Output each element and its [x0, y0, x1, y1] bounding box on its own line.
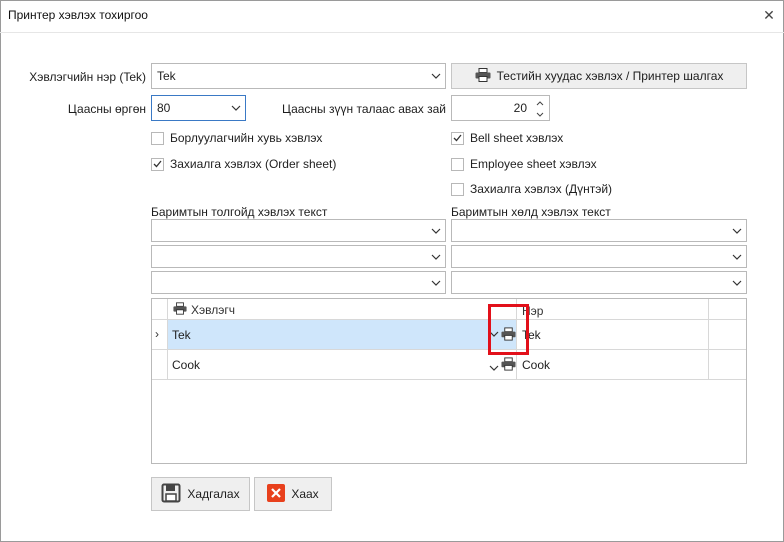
- margin-value: 20: [513, 101, 527, 115]
- window-title: Принтер хэвлэх тохиргоо: [8, 8, 148, 22]
- bell-sheet-label: Bell sheet хэвлэх: [470, 131, 564, 145]
- chevron-down-icon: [427, 254, 445, 260]
- checkbox-unchecked-icon: [451, 157, 464, 171]
- checkbox-unchecked-icon: [451, 182, 464, 196]
- checkmark-icon: [451, 131, 464, 145]
- header-text-select-1[interactable]: [151, 219, 446, 242]
- printer-icon: [173, 302, 187, 318]
- footer-text-select-2[interactable]: [451, 245, 747, 268]
- printer-name-select[interactable]: Tek: [151, 63, 446, 89]
- printer-name-value: Tek: [157, 69, 176, 83]
- close-button[interactable]: Хаах: [254, 477, 332, 511]
- order-total-checkbox[interactable]: Захиалга хэвлэх (Дүнтэй): [451, 182, 612, 196]
- grid-row-divider: [152, 379, 746, 380]
- save-label: Хадгалах: [187, 487, 240, 501]
- employee-sheet-label: Employee sheet хэвлэх: [470, 157, 597, 171]
- chevron-down-icon: [427, 228, 445, 234]
- paper-width-label: Цаасны өргөн: [67, 102, 146, 116]
- header-text-select-2[interactable]: [151, 245, 446, 268]
- column-header-printer-label: Хэвлэгч: [191, 303, 235, 317]
- close-icon: [267, 483, 286, 505]
- printer-icon[interactable]: [501, 357, 516, 374]
- chevron-down-icon: [427, 73, 445, 79]
- spin-down-icon[interactable]: [533, 108, 547, 120]
- footer-text-select-3[interactable]: [451, 271, 747, 294]
- grid-row-divider: [152, 349, 746, 350]
- save-button[interactable]: Хадгалах: [151, 477, 250, 511]
- order-sheet-checkbox[interactable]: Захиалга хэвлэх (Order sheet): [151, 157, 336, 171]
- test-print-label: Тестийн хуудас хэвлэх / Принтер шалгах: [496, 69, 724, 83]
- employee-sheet-checkbox[interactable]: Employee sheet хэвлэх: [451, 157, 597, 171]
- margin-spinner[interactable]: 20: [451, 95, 550, 121]
- checkbox-unchecked-icon: [151, 131, 164, 145]
- printer-name-label: Хэвлэгчийн нэр (Tek): [29, 70, 146, 84]
- row-indicator-icon: ›: [155, 327, 159, 341]
- vendor-print-label: Борлуулагчийн хувь хэвлэх: [170, 131, 323, 145]
- checkmark-icon: [151, 157, 164, 171]
- order-sheet-label: Захиалга хэвлэх (Order sheet): [170, 157, 337, 171]
- footer-text-select-1[interactable]: [451, 219, 747, 242]
- printer-icon: [475, 67, 491, 85]
- test-print-button[interactable]: Тестийн хуудас хэвлэх / Принтер шалгах: [451, 63, 747, 89]
- paper-width-select[interactable]: 80: [151, 95, 246, 121]
- paper-width-value: 80: [157, 101, 171, 115]
- order-total-label: Захиалга хэвлэх (Дүнтэй): [470, 182, 613, 196]
- chevron-down-icon[interactable]: [489, 360, 499, 374]
- close-label: Хаах: [291, 487, 319, 501]
- title-separator: [0, 32, 784, 33]
- floppy-disk-icon: [161, 483, 181, 506]
- chevron-down-icon: [728, 280, 746, 286]
- close-window-icon[interactable]: ✕: [760, 6, 778, 24]
- grid-col-divider: [708, 299, 709, 379]
- chevron-down-icon: [728, 228, 746, 234]
- row-1-printer[interactable]: Tek: [172, 328, 191, 342]
- chevron-down-icon: [227, 105, 245, 111]
- header-text-label: Баримтын толгойд хэвлэх текст: [151, 205, 328, 219]
- table-row-selected[interactable]: [168, 320, 516, 349]
- bell-sheet-checkbox[interactable]: Bell sheet хэвлэх: [451, 131, 563, 145]
- highlight-box: [488, 304, 529, 355]
- column-header-printer[interactable]: Хэвлэгч: [173, 302, 235, 318]
- header-text-select-3[interactable]: [151, 271, 446, 294]
- footer-text-label: Баримтын хөлд хэвлэх текст: [451, 205, 611, 219]
- chevron-down-icon: [728, 254, 746, 260]
- row-2-printer[interactable]: Cook: [172, 358, 200, 372]
- margin-label: Цаасны зүүн талаас авах зай: [281, 102, 446, 116]
- chevron-down-icon: [427, 280, 445, 286]
- row-2-name[interactable]: Cook: [522, 358, 550, 372]
- vendor-print-checkbox[interactable]: Борлуулагчийн хувь хэвлэх: [151, 131, 322, 145]
